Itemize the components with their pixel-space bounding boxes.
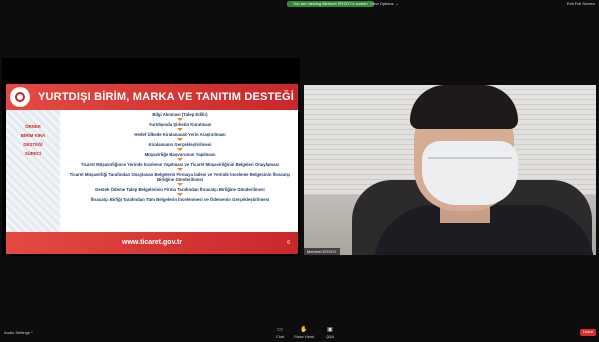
down-arrow-icon: [177, 183, 183, 186]
down-arrow-icon: [177, 148, 183, 151]
speaker-video: Mehmet ERSOY: [304, 85, 596, 255]
process-step: Hedef Ülkede Kiralanacak Yerin Araştırıl…: [134, 132, 226, 137]
view-options-label: View Options: [370, 1, 394, 6]
view-options-button[interactable]: View Options ⌄: [370, 1, 399, 7]
process-step: Müşavirliğe Başvurunun Yapılması: [144, 152, 216, 157]
slide-footer: www.ticaret.gov.tr 6: [6, 232, 298, 254]
side-label-line: ÖRNEK: [25, 124, 41, 129]
audio-settings-button[interactable]: Audio Settings ^: [4, 330, 33, 335]
side-label-line: BİRİM KİRA: [20, 133, 46, 138]
chat-icon: ▭: [277, 327, 283, 333]
screen-share-notice: You are viewing Mehmet ERSOY's screen: [287, 1, 374, 7]
qa-button[interactable]: ▣ Q&A: [318, 327, 342, 339]
raise-hand-label: Raise Hand: [294, 335, 314, 339]
process-step: Ticaret Müşavirliği Tarafından Onaylanan…: [69, 172, 291, 182]
process-step: Kiralamanın Gerçekleştirilmesi: [148, 142, 212, 147]
chevron-down-icon: ⌄: [395, 1, 399, 6]
exit-full-screen-button[interactable]: Exit Full Screen: [567, 1, 595, 7]
chat-label: Chat: [275, 335, 285, 339]
qa-icon: ▣: [327, 327, 333, 333]
top-bar: You are viewing Mehmet ERSOY's screen Vi…: [0, 0, 599, 8]
process-step: İhracatçı Birliği Tarafından Tüm Belgele…: [90, 197, 270, 202]
slide-title: YURTDIŞI BİRİM, MARKA VE TANITIM DESTEĞİ: [37, 91, 295, 103]
presentation-slide: YURTDIŞI BİRİM, MARKA VE TANITIM DESTEĞİ…: [6, 84, 298, 254]
side-label-line: SÜRECİ: [24, 151, 42, 156]
process-step: Destek Ödeme Talep Belgelerinin Firma Ta…: [95, 187, 265, 192]
down-arrow-icon: [177, 128, 183, 131]
down-arrow-icon: [177, 158, 183, 161]
face-mask-fold: [428, 157, 512, 159]
chat-button[interactable]: ▭ Chat: [268, 327, 292, 339]
meeting-controls-bar: Audio Settings ^ ▭ Chat ✋ Raise Hand ▣ Q…: [0, 322, 599, 342]
footer-url: www.ticaret.gov.tr: [122, 239, 182, 246]
shared-screen-pane: YURTDIŞI BİRİM, MARKA VE TANITIM DESTEĞİ…: [2, 58, 300, 256]
down-arrow-icon: [177, 193, 183, 196]
leave-button[interactable]: Leave: [580, 329, 596, 336]
raise-hand-button[interactable]: ✋ Raise Hand: [292, 327, 316, 339]
slide-side-label: ÖRNEK BİRİM KİRA DESTEĞİ SÜRECİ: [6, 122, 60, 158]
face-mask: [422, 141, 518, 205]
process-step: Ticaret Müşavirliğince Yerinde İnceleme …: [80, 162, 280, 167]
ministry-logo-icon: [10, 87, 30, 107]
down-arrow-icon: [177, 118, 183, 121]
participant-name-tag: Mehmet ERSOY: [304, 248, 340, 255]
side-label-line: DESTEĞİ: [23, 142, 43, 147]
slide-header: YURTDIŞI BİRİM, MARKA VE TANITIM DESTEĞİ: [6, 84, 298, 110]
speaker-hair: [410, 85, 518, 129]
down-arrow-icon: [177, 138, 183, 141]
raise-hand-icon: ✋: [300, 327, 308, 333]
process-steps: Bilgi Alınması (Talep Edilir) Yurtdışınd…: [64, 112, 296, 202]
down-arrow-icon: [177, 168, 183, 171]
process-step: Bilgi Alınması (Talep Edilir): [152, 112, 208, 117]
qa-label: Q&A: [325, 335, 335, 339]
slide-page-number: 6: [287, 240, 290, 246]
process-step: Yurtdışında Şirketin Kurulması: [148, 122, 212, 127]
